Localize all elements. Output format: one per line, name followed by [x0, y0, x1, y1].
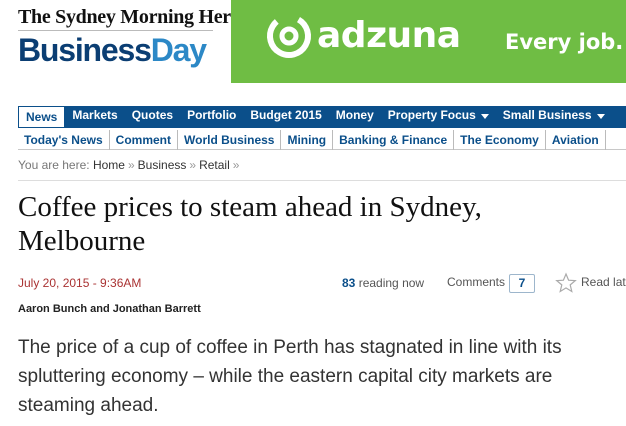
breadcrumb-business[interactable]: Business — [138, 158, 187, 172]
reading-now-indicator: 83 reading now — [342, 276, 424, 290]
article-date: July 20, 2015 - 9:36AM — [18, 276, 142, 290]
nav-item-label: Markets — [72, 108, 118, 122]
adzuna-ad-banner[interactable]: adzuna Every job. Ev — [231, 0, 626, 83]
nav-item-property-focus[interactable]: Property Focus — [381, 106, 496, 125]
nav-item-small-business[interactable]: Small Business — [496, 106, 612, 125]
secondary-nav: Today's News Comment World Business Mining B… — [18, 130, 626, 150]
nav-item-news[interactable]: News — [18, 106, 66, 127]
ad-tagline: Every job. Ev — [505, 30, 626, 54]
nav-item-markets[interactable]: Markets — [65, 106, 124, 125]
adzuna-logo-icon — [267, 13, 311, 58]
nav-item-label: Money — [335, 108, 374, 122]
subnav-item-comment[interactable]: Comment — [110, 130, 178, 150]
chevron-down-icon[interactable] — [480, 113, 489, 119]
masthead-smh-logo[interactable]: The Sydney Morning Herald — [18, 6, 257, 29]
nav-item-budget-2015[interactable]: Budget 2015 — [243, 106, 328, 125]
nav-item-label: Budget 2015 — [250, 108, 322, 122]
breadcrumb-prefix: You are here: — [18, 158, 90, 172]
article-headline: Coffee prices to steam ahead in Sydney, … — [18, 191, 482, 257]
logo-day-text: Day — [150, 32, 207, 68]
breadcrumb-retail[interactable]: Retail — [199, 158, 230, 172]
nav-item-label: Quotes — [131, 108, 174, 122]
nav-item-money[interactable]: Money — [329, 106, 381, 125]
subnav-item-aviation[interactable]: Aviation — [546, 130, 606, 150]
chevron-down-icon[interactable] — [596, 113, 605, 119]
breadcrumb-divider — [18, 180, 626, 181]
subnav-item-mining[interactable]: Mining — [281, 130, 334, 150]
read-later-link[interactable]: Read lat — [581, 275, 626, 289]
nav-item-label: Small Business — [502, 108, 592, 122]
subnav-item-today-s-news[interactable]: Today's News — [18, 130, 110, 150]
comments-count-badge[interactable]: 7 — [509, 274, 535, 293]
reading-label: reading now — [358, 276, 425, 290]
subnav-item-world-business[interactable]: World Business — [178, 130, 282, 150]
nav-item-label: Portfolio — [187, 108, 237, 122]
nav-item-label: Property Focus — [387, 108, 476, 122]
nav-item-quotes[interactable]: Quotes — [125, 106, 180, 125]
subnav-item-banking-finance[interactable]: Banking & Finance — [333, 130, 455, 150]
breadcrumb-sep: » — [232, 158, 240, 172]
breadcrumb-home[interactable]: Home — [93, 158, 125, 172]
nav-item-label: News — [26, 109, 58, 124]
breadcrumb-sep: » — [127, 158, 135, 172]
ad-brand-name: adzuna — [317, 15, 461, 56]
primary-nav: News Markets Quotes Portfolio Budget 2015 Mon… — [18, 106, 626, 128]
star-icon[interactable] — [555, 272, 577, 294]
article-intro: The price of a cup of coffee in Perth ha… — [18, 337, 562, 416]
reading-count: 83 — [342, 276, 356, 290]
masthead-businessday-logo[interactable]: BusinessDay — [18, 32, 207, 68]
article-byline[interactable]: Aaron Bunch and Jonathan Barrett — [18, 303, 201, 315]
subnav-item-the-economy[interactable]: The Economy — [454, 130, 546, 150]
comments-link[interactable]: Comments — [447, 275, 505, 289]
breadcrumb: You are here: Home» Business» Retail» — [18, 157, 242, 173]
breadcrumb-sep: » — [189, 158, 197, 172]
logo-business-text: Business — [18, 32, 152, 68]
nav-item-portfolio[interactable]: Portfolio — [180, 106, 243, 125]
masthead-divider — [18, 30, 213, 31]
